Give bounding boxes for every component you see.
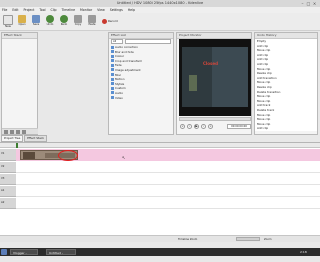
zoom-label: Zoom <box>264 237 271 242</box>
close-icon[interactable]: × <box>312 1 317 6</box>
taskbar: Vlogger - Linux Untitled - Kdenlive 2:18 <box>0 248 320 256</box>
redo-button[interactable]: Redo <box>58 15 70 30</box>
track-header-v3[interactable]: V3 <box>0 174 16 185</box>
undo-history-panel: Undo History EmptyAdd clipMove clipAdd c… <box>254 32 318 135</box>
redo-icon <box>60 15 68 23</box>
playhead-marker[interactable] <box>16 143 18 148</box>
effect-filter-select[interactable]: All <box>111 39 123 44</box>
play-icon[interactable]: ▶ <box>194 124 199 129</box>
track-header-a1[interactable]: A1 <box>0 186 16 197</box>
start-menu-icon[interactable] <box>1 249 7 255</box>
list-item[interactable]: Video <box>109 96 173 101</box>
effect-stack-panel: Effect Stack <box>1 32 38 135</box>
step-back-icon[interactable]: ‹ <box>187 124 192 129</box>
video-scene-left <box>182 47 212 107</box>
track-lane-a1 <box>16 186 320 197</box>
down-icon[interactable] <box>22 130 26 134</box>
undo-button[interactable]: Undo <box>44 15 56 30</box>
step-forward-icon[interactable]: › <box>201 124 206 129</box>
up-icon[interactable] <box>16 130 20 134</box>
add-icon[interactable] <box>4 130 8 134</box>
effect-stack-title: Effect Stack <box>2 33 37 39</box>
paste-button[interactable]: Paste <box>86 15 98 30</box>
copy-icon <box>74 15 82 23</box>
new-button[interactable]: New <box>2 15 14 30</box>
main-toolbar: New Open Save Undo Redo Copy Paste Recor… <box>0 13 320 31</box>
monitor-video-frame: Closed <box>179 39 251 116</box>
undo-icon <box>46 15 54 23</box>
rewind-icon[interactable]: « <box>180 124 185 129</box>
monitor-seek-bar[interactable] <box>179 117 251 121</box>
new-file-icon <box>3 15 13 25</box>
undo-history-list: EmptyAdd clipMove clipAdd clipAdd clipAd… <box>255 39 317 131</box>
timeline-status-bar: Timeline Zoom Zoom <box>0 235 320 242</box>
track-header-v2[interactable]: V2 <box>0 162 16 173</box>
effect-stack-footer <box>2 128 38 134</box>
copy-button[interactable]: Copy <box>72 15 84 30</box>
video-scene-right <box>212 47 248 107</box>
track-lane-a2 <box>16 198 320 209</box>
save-icon <box>32 15 40 23</box>
project-monitor-panel: Project Monitor Closed « ‹ ▶ › » 00:00:0… <box>176 32 252 135</box>
track-lane-v2 <box>16 162 320 173</box>
track-lane-v3 <box>16 174 320 185</box>
taskbar-item-vlogger[interactable]: Vlogger - Linux <box>10 249 38 255</box>
paste-icon <box>88 15 96 23</box>
tab-project-tree[interactable]: Project Tree <box>1 135 23 142</box>
taskbar-clock: 2:18 <box>300 249 307 255</box>
clip-thumbnail <box>23 152 35 159</box>
timeline-panel: V1 V2 V3 A1 A2 ↖ Timeline Zoom Zoom <box>0 142 320 242</box>
track-header-a2[interactable]: A2 <box>0 198 16 209</box>
forward-icon[interactable]: » <box>208 124 213 129</box>
minimize-icon[interactable]: – <box>300 1 305 6</box>
record-label: Record <box>108 19 118 24</box>
video-plant <box>189 75 197 91</box>
window-title-bar: Untitled / HDV 1080i 25fps 1440x1080 - K… <box>0 0 320 7</box>
video-sign-text: Closed <box>203 61 229 67</box>
window-title: Untitled / HDV 1080i 25fps 1440x1080 - K… <box>117 1 203 5</box>
monitor-timecode[interactable]: 00:00:00:00 <box>227 124 251 129</box>
effect-list-panel: Effect List All Audio correction Blur an… <box>108 32 174 135</box>
remove-icon[interactable] <box>10 130 14 134</box>
record-icon[interactable] <box>102 19 107 24</box>
save-button[interactable]: Save <box>30 15 42 30</box>
zoom-slider[interactable] <box>236 237 260 241</box>
timeline-ruler[interactable] <box>0 143 320 148</box>
track-header-v1[interactable]: V1 <box>0 149 16 161</box>
effect-search-input[interactable] <box>125 39 171 44</box>
maximize-icon[interactable]: □ <box>306 1 311 6</box>
dock-tabs: Project Tree Effect Stack <box>1 135 101 141</box>
timeline-status-text: Timeline Zoom <box>178 237 197 242</box>
folder-icon <box>18 15 26 23</box>
effect-list: Audio correction Blur and hide Colour Cr… <box>109 45 173 100</box>
mouse-cursor-icon: ↖ <box>122 156 126 161</box>
open-button[interactable]: Open <box>16 15 28 30</box>
highlight-circle <box>58 150 78 161</box>
tab-effect-stack[interactable]: Effect Stack <box>24 135 47 142</box>
taskbar-item-kdenlive[interactable]: Untitled - Kdenlive <box>46 249 76 255</box>
